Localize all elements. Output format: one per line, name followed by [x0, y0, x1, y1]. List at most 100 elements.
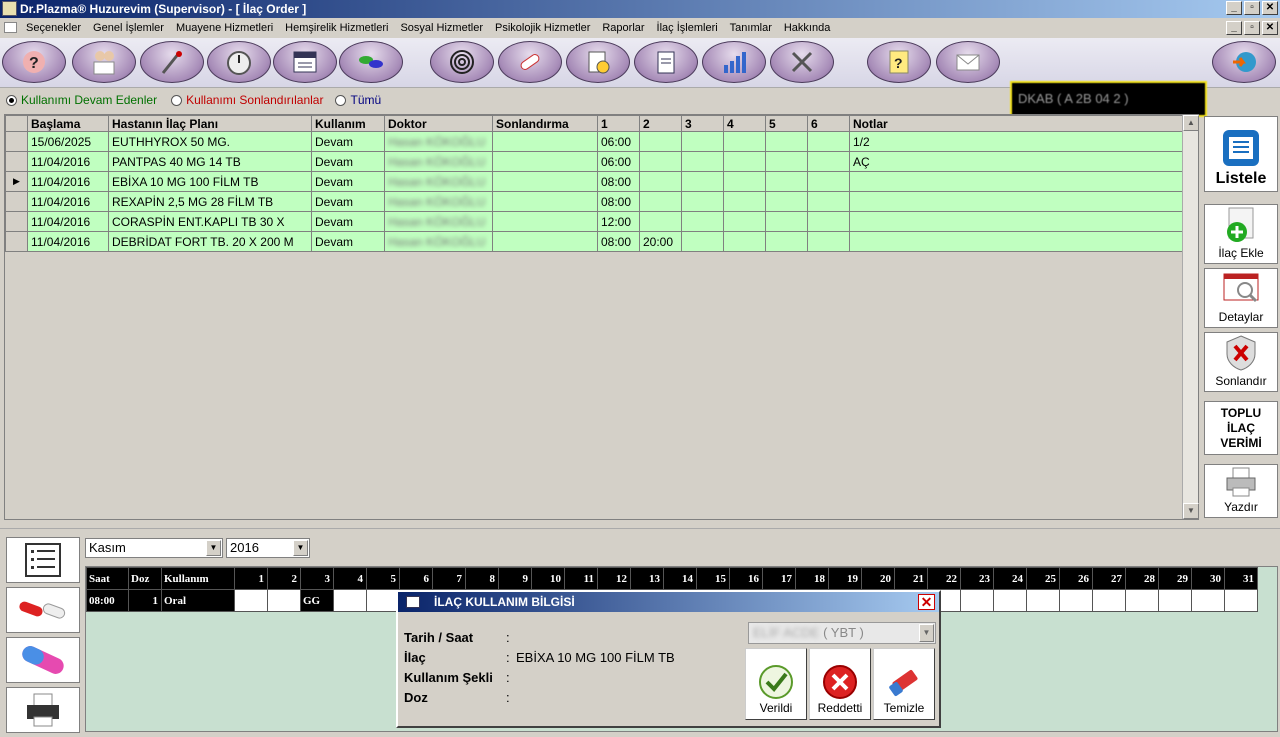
cell-plan[interactable]: CORASPİN ENT.KAPLI TB 30 X: [108, 211, 312, 232]
cell-end[interactable]: [492, 171, 598, 192]
cell-t6[interactable]: [807, 131, 850, 152]
nursing-icon[interactable]: [140, 41, 204, 83]
cell-doctor[interactable]: Hasan KÖKOĞLU: [384, 171, 493, 192]
cell-t5[interactable]: [765, 171, 808, 192]
col-header-t5[interactable]: 5: [765, 115, 808, 132]
cell-t1[interactable]: 08:00: [597, 191, 640, 212]
radio-all[interactable]: [335, 94, 347, 106]
cell-t5[interactable]: [765, 191, 808, 212]
cell-plan[interactable]: REXAPİN 2,5 MG 28 FİLM TB: [108, 191, 312, 212]
cal-cell[interactable]: [366, 589, 400, 612]
cell-t6[interactable]: [807, 171, 850, 192]
mail-icon[interactable]: [936, 41, 1000, 83]
doc-icon[interactable]: [273, 41, 337, 83]
scroll-down-icon[interactable]: ▼: [1183, 503, 1199, 519]
chevron-down-icon[interactable]: ▼: [206, 540, 221, 556]
menu-tanimlar[interactable]: Tanımlar: [730, 18, 772, 38]
end-button[interactable]: Sonlandır: [1204, 332, 1278, 392]
bulk-drug-button[interactable]: TOPLU İLAÇ VERİMİ: [1204, 401, 1278, 455]
cell-doctor[interactable]: Hasan KÖKOĞLU: [384, 191, 493, 212]
cell-usage[interactable]: Devam: [311, 131, 385, 152]
chevron-down-icon[interactable]: ▼: [293, 540, 308, 556]
cal-cell[interactable]: [333, 589, 367, 612]
note-help-icon[interactable]: ?: [867, 41, 931, 83]
cell-t2[interactable]: [639, 191, 682, 212]
cell-t6[interactable]: [807, 231, 850, 252]
col-header-t6[interactable]: 6: [807, 115, 850, 132]
col-header-t4[interactable]: 4: [723, 115, 766, 132]
col-header-usage[interactable]: Kullanım: [311, 115, 385, 132]
cell-doctor[interactable]: Hasan KÖKOĞLU: [384, 151, 493, 172]
row-indicator[interactable]: [5, 231, 28, 252]
pills-icon[interactable]: [339, 41, 403, 83]
clear-button[interactable]: Temizle: [873, 648, 935, 720]
table-row[interactable]: 11/04/2016 PANTPAS 40 MG 14 TB Devam Has…: [5, 151, 1183, 172]
cal-cell[interactable]: [1125, 589, 1159, 612]
cell-t6[interactable]: [807, 191, 850, 212]
row-indicator[interactable]: [5, 131, 28, 152]
print-button[interactable]: Yazdır: [1204, 464, 1278, 518]
cell-end[interactable]: [492, 211, 598, 232]
col-header-plan[interactable]: Hastanın İlaç Planı: [108, 115, 312, 132]
cell-t2[interactable]: [639, 211, 682, 232]
globe-icon[interactable]: [1212, 41, 1276, 83]
cell-notes[interactable]: [849, 171, 1183, 192]
cell-plan[interactable]: DEBRİDAT FORT TB. 20 X 200 M: [108, 231, 312, 252]
list-button[interactable]: Listele: [1204, 116, 1278, 192]
doctors-icon[interactable]: [72, 41, 136, 83]
cell-t2[interactable]: [639, 131, 682, 152]
menu-genel-islemler[interactable]: Genel İşlemler: [93, 18, 164, 38]
cell-start[interactable]: 11/04/2016: [27, 191, 109, 212]
table-row-selected[interactable]: ▶ 11/04/2016 EBİXA 10 MG 100 FİLM TB Dev…: [5, 171, 1183, 192]
cell-notes[interactable]: [849, 231, 1183, 252]
cell-t3[interactable]: [681, 151, 724, 172]
cell-t5[interactable]: [765, 231, 808, 252]
cal-cell[interactable]: [960, 589, 994, 612]
minimize-button[interactable]: _: [1226, 1, 1242, 15]
chevron-down-icon[interactable]: ▼: [919, 624, 934, 642]
chart-icon[interactable]: [702, 41, 766, 83]
col-header-start[interactable]: Başlama: [27, 115, 109, 132]
tools-icon[interactable]: [770, 41, 834, 83]
mdi-close-button[interactable]: ✕: [1262, 21, 1278, 35]
cell-t3[interactable]: [681, 211, 724, 232]
cell-start[interactable]: 15/06/2025: [27, 131, 109, 152]
details-button[interactable]: Detaylar: [1204, 268, 1278, 328]
cell-t1[interactable]: 06:00: [597, 151, 640, 172]
radio-ended[interactable]: [171, 94, 183, 106]
table-row[interactable]: 15/06/2025 EUTHHYROX 50 MG. Devam Hasan …: [5, 131, 1183, 152]
cell-end[interactable]: [492, 191, 598, 212]
dialog-title-bar[interactable]: İLAÇ KULLANIM BİLGİSİ ✕: [398, 592, 939, 612]
grid-scrollbar[interactable]: ▲ ▼: [1182, 115, 1199, 519]
cell-t5[interactable]: [765, 131, 808, 152]
pills-button[interactable]: [6, 587, 80, 633]
cell-plan[interactable]: PANTPAS 40 MG 14 TB: [108, 151, 312, 172]
document-icon[interactable]: [4, 22, 17, 33]
clipboard-clock-icon[interactable]: [566, 41, 630, 83]
row-indicator[interactable]: [5, 151, 28, 172]
mdi-minimize-button[interactable]: _: [1226, 21, 1242, 35]
cell-t1[interactable]: 12:00: [597, 211, 640, 232]
close-icon[interactable]: ✕: [918, 594, 935, 610]
col-header-notes[interactable]: Notlar: [849, 115, 1183, 132]
cal-cell-given[interactable]: GG: [300, 589, 334, 612]
menu-hemsirelik-hizmetleri[interactable]: Hemşirelik Hizmetleri: [285, 18, 388, 38]
cal-cell[interactable]: [1191, 589, 1225, 612]
spiral-icon[interactable]: [430, 41, 494, 83]
menu-sosyal-hizmetler[interactable]: Sosyal Hizmetler: [400, 18, 483, 38]
filter-all[interactable]: Tümü: [335, 93, 381, 107]
cal-cell[interactable]: [234, 589, 268, 612]
table-row[interactable]: 11/04/2016 DEBRİDAT FORT TB. 20 X 200 M …: [5, 231, 1183, 252]
cell-doctor[interactable]: Hasan KÖKOĞLU: [384, 211, 493, 232]
cell-t4[interactable]: [723, 131, 766, 152]
cal-cell[interactable]: [993, 589, 1027, 612]
cal-cell[interactable]: [1059, 589, 1093, 612]
cell-t5[interactable]: [765, 151, 808, 172]
cell-t4[interactable]: [723, 211, 766, 232]
menu-hakkinda[interactable]: Hakkında: [784, 18, 830, 38]
cell-usage[interactable]: Devam: [311, 211, 385, 232]
cal-cell[interactable]: [267, 589, 301, 612]
cal-cell[interactable]: [1158, 589, 1192, 612]
cell-t1[interactable]: 06:00: [597, 131, 640, 152]
cal-cell[interactable]: [1224, 589, 1258, 612]
